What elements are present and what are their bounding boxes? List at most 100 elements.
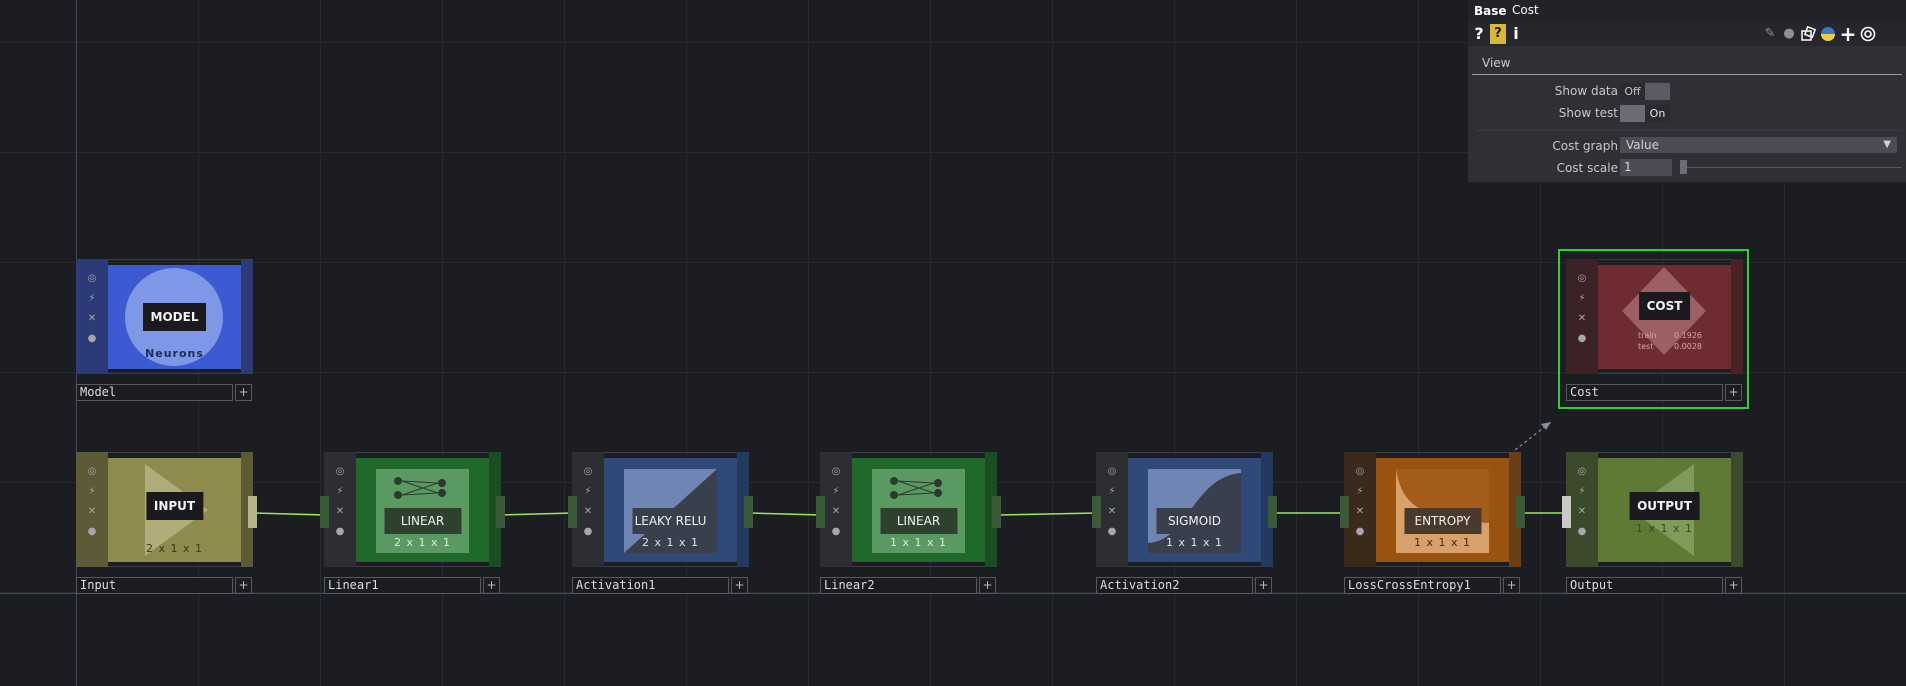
lock-flag-icon[interactable]: ✕ (84, 504, 100, 520)
lock-flag-icon[interactable]: ✕ (580, 504, 596, 520)
bypass-flag-icon[interactable]: ⚡ (1574, 484, 1590, 500)
node-output[interactable]: ◎ ⚡ ✕ ● OUTPUT 1 x 1 x 1 Output + (1562, 452, 1743, 596)
bypass-flag-icon[interactable]: ⚡ (1574, 291, 1590, 307)
node-name-field[interactable]: Activation1 (572, 577, 729, 594)
output-connector[interactable] (744, 496, 753, 528)
toggle-on-option[interactable]: On (1645, 105, 1670, 122)
input-connector[interactable] (1562, 496, 1571, 528)
cook-flag-icon[interactable]: ● (1352, 524, 1368, 540)
viewer-flag-icon[interactable]: ◎ (1352, 464, 1368, 480)
input-connector[interactable] (816, 496, 825, 528)
output-connector[interactable] (1268, 496, 1277, 528)
lock-flag-icon[interactable]: ✕ (1574, 504, 1590, 520)
node-activation2[interactable]: ◎ ⚡ ✕ ● SIGMOID 1 x 1 x 1 Activation2 + (1092, 452, 1277, 596)
show-test-toggle[interactable]: On (1620, 105, 1670, 122)
bypass-flag-icon[interactable]: ⚡ (84, 484, 100, 500)
output-connector[interactable] (248, 496, 257, 528)
bypass-flag-icon[interactable]: ⚡ (84, 291, 100, 307)
edit-icon[interactable]: ✎ (1762, 24, 1778, 44)
cook-flag-icon[interactable]: ● (1104, 524, 1120, 540)
tab-view[interactable]: View (1482, 56, 1510, 70)
output-connector[interactable] (1516, 496, 1525, 528)
toggle-off-option[interactable] (1620, 105, 1645, 122)
lock-flag-icon[interactable]: ✕ (1352, 504, 1368, 520)
add-icon[interactable]: + (483, 577, 500, 594)
node-linear2[interactable]: ◎ ⚡ ✕ ● LINEAR 1 x 1 x 1 Linear2 + (816, 452, 1001, 596)
output-connector[interactable] (992, 496, 1001, 528)
cost-scale-field[interactable]: 1 (1620, 159, 1672, 176)
bypass-flag-icon[interactable]: ⚡ (1104, 484, 1120, 500)
node-linear1[interactable]: ◎ ⚡ ✕ ● LINEAR 2 x 1 x 1 Linear1 + (320, 452, 505, 596)
add-icon[interactable]: + (979, 577, 996, 594)
add-icon[interactable]: + (1503, 577, 1520, 594)
node-name-field[interactable]: Linear1 (324, 577, 481, 594)
parameter-panel[interactable]: Base Cost ? ? i ✎ ● + View Show data Off… (1468, 0, 1906, 182)
add-parameter-icon[interactable]: + (1839, 24, 1857, 44)
cost-scale-slider-handle[interactable] (1680, 160, 1687, 174)
viewer-flag-icon[interactable]: ◎ (84, 271, 100, 287)
cook-flag-icon[interactable]: ● (580, 524, 596, 540)
bypass-flag-icon[interactable]: ⚡ (828, 484, 844, 500)
viewer-flag-icon[interactable]: ◎ (84, 464, 100, 480)
clone-icon[interactable] (1799, 24, 1817, 44)
bypass-flag-icon[interactable]: ⚡ (332, 484, 348, 500)
bypass-flag-icon[interactable]: ⚡ (580, 484, 596, 500)
cook-flag-icon[interactable]: ● (1574, 331, 1590, 347)
operator-name[interactable]: Cost (1512, 3, 1539, 17)
wire-linear1-activation1[interactable] (500, 512, 574, 516)
wire-linear2-activation2[interactable] (996, 512, 1098, 516)
info-icon[interactable]: i (1510, 24, 1522, 44)
node-name-field[interactable]: Activation2 (1096, 577, 1253, 594)
wire-activation1-linear2[interactable] (748, 512, 822, 516)
add-icon[interactable]: + (731, 577, 748, 594)
cook-flag-icon[interactable]: ● (84, 524, 100, 540)
cost-graph-dropdown[interactable]: Value ▼ (1620, 137, 1897, 153)
lock-flag-icon[interactable]: ✕ (828, 504, 844, 520)
help-icon[interactable]: ? (1472, 24, 1486, 44)
add-icon[interactable]: + (1725, 384, 1742, 401)
input-connector[interactable] (568, 496, 577, 528)
bypass-flag-icon[interactable]: ⚡ (1352, 484, 1368, 500)
lock-flag-icon[interactable]: ✕ (1104, 504, 1120, 520)
cook-flag-icon[interactable]: ● (84, 331, 100, 347)
toggle-off-option[interactable]: Off (1620, 83, 1645, 100)
target-icon[interactable] (1859, 24, 1877, 44)
viewer-flag-icon[interactable]: ◎ (1574, 464, 1590, 480)
cook-flag-icon[interactable]: ● (1574, 524, 1590, 540)
operator-help-icon[interactable]: ? (1490, 24, 1506, 44)
viewer-flag-icon[interactable]: ◎ (580, 464, 596, 480)
viewer-flag-icon[interactable]: ◎ (1574, 271, 1590, 287)
lock-flag-icon[interactable]: ✕ (332, 504, 348, 520)
input-connector[interactable] (320, 496, 329, 528)
node-loss-cross-entropy[interactable]: ◎ ⚡ ✕ ● ENTROPY 1 x 1 x 1 LossCrossEntro… (1340, 452, 1525, 596)
node-name-field[interactable]: Linear2 (820, 577, 977, 594)
comment-icon[interactable]: ● (1780, 24, 1798, 44)
node-name-field[interactable]: Cost (1566, 384, 1723, 401)
node-activation1[interactable]: ◎ ⚡ ✕ ● LEAKY RELU 2 x 1 x 1 Activation1… (568, 452, 753, 596)
add-icon[interactable]: + (1255, 577, 1272, 594)
node-model[interactable]: ◎ ⚡ ✕ ● MODEL Neurons Model + (76, 259, 253, 403)
lock-flag-icon[interactable]: ✕ (84, 311, 100, 327)
input-connector[interactable] (1340, 496, 1349, 528)
python-icon[interactable] (1819, 24, 1837, 44)
node-name-field[interactable]: Model (76, 384, 233, 401)
wire-input-linear1[interactable] (252, 512, 326, 516)
viewer-flag-icon[interactable]: ◎ (332, 464, 348, 480)
add-icon[interactable]: + (235, 384, 252, 401)
node-name-field[interactable]: LossCrossEntropy1 (1344, 577, 1501, 594)
output-connector[interactable] (496, 496, 505, 528)
viewer-flag-icon[interactable]: ◎ (828, 464, 844, 480)
viewer-flag-icon[interactable]: ◎ (1104, 464, 1120, 480)
cost-scale-slider-track[interactable] (1680, 167, 1902, 168)
add-icon[interactable]: + (235, 577, 252, 594)
cook-flag-icon[interactable]: ● (828, 524, 844, 540)
show-data-toggle[interactable]: Off (1620, 83, 1670, 100)
node-cost[interactable]: ◎ ⚡ ✕ ● COST train 0.1926 test 0.0028 Co… (1566, 259, 1743, 403)
toggle-on-option[interactable] (1645, 83, 1670, 100)
lock-flag-icon[interactable]: ✕ (1574, 311, 1590, 327)
add-icon[interactable]: + (1725, 577, 1742, 594)
input-connector[interactable] (1092, 496, 1101, 528)
node-input[interactable]: ◎ ⚡ ✕ ● INPUT 2 x 1 x 1 Input + (76, 452, 257, 596)
node-name-field[interactable]: Output (1566, 577, 1723, 594)
cook-flag-icon[interactable]: ● (332, 524, 348, 540)
